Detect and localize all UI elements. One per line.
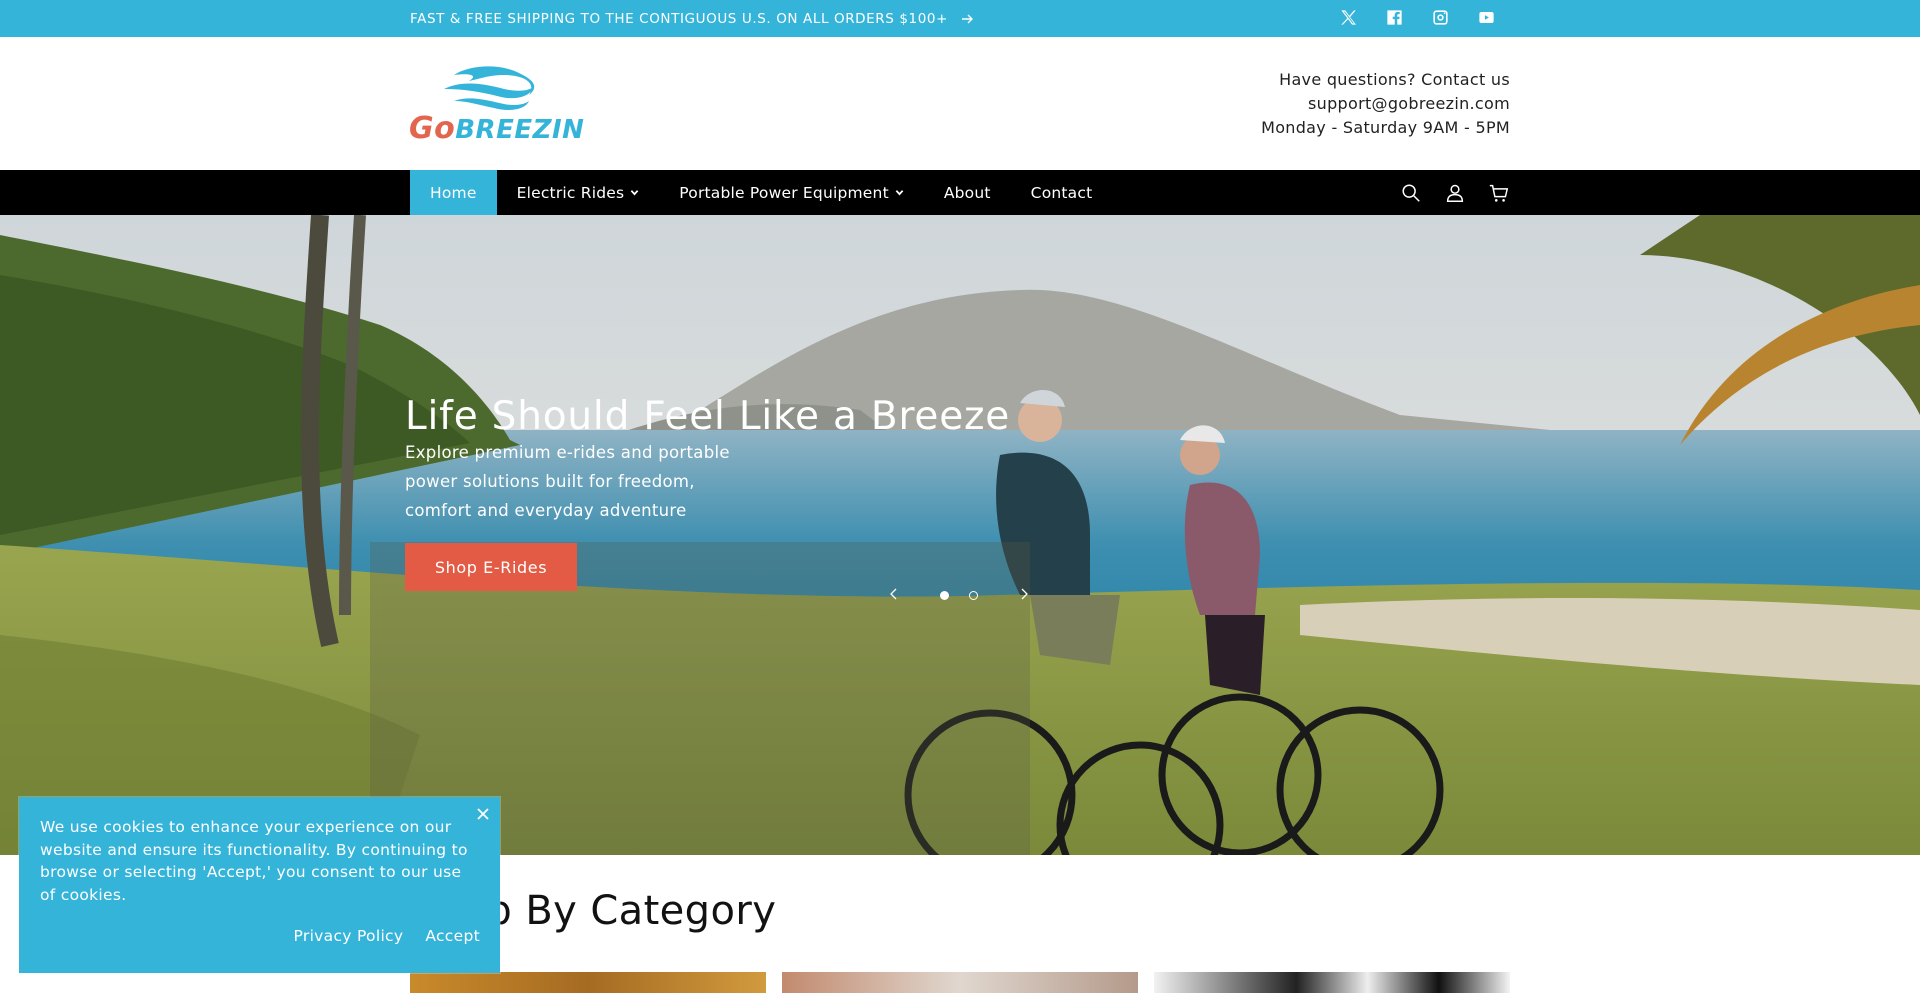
contact-hours: Monday - Saturday 9AM - 5PM xyxy=(1261,118,1510,137)
nav-portable-power[interactable]: Portable Power Equipment xyxy=(659,170,924,215)
x-icon[interactable] xyxy=(1339,8,1358,27)
announcement-text: FAST & FREE SHIPPING TO THE CONTIGUOUS U… xyxy=(410,11,949,27)
chevron-left-icon[interactable] xyxy=(886,586,902,602)
nav-home[interactable]: Home xyxy=(410,170,497,215)
announcement-bar: FAST & FREE SHIPPING TO THE CONTIGUOUS U… xyxy=(0,0,1920,37)
facebook-icon[interactable] xyxy=(1385,8,1404,27)
site-header: GoBreezin Have questions? Contact us sup… xyxy=(0,37,1920,170)
category-card-image[interactable] xyxy=(782,972,1138,993)
chevron-down-icon xyxy=(895,190,904,196)
wave-logo-icon xyxy=(444,66,535,110)
nav-about[interactable]: About xyxy=(924,170,1011,215)
category-card-image[interactable] xyxy=(1154,972,1510,993)
contact-info: Have questions? Contact us support@gobre… xyxy=(1261,68,1510,140)
search-icon[interactable] xyxy=(1400,182,1422,204)
accept-button[interactable]: Accept xyxy=(425,927,480,945)
category-card-image[interactable] xyxy=(410,972,766,993)
cookie-message: We use cookies to enhance your experienc… xyxy=(40,818,468,904)
logo-breezin: Breezin xyxy=(455,115,585,145)
logo[interactable]: GoBreezin xyxy=(409,65,594,147)
main-nav: Home Electric Rides Portable Power Equip… xyxy=(0,170,1920,215)
chevron-down-icon xyxy=(630,190,639,196)
privacy-policy-link[interactable]: Privacy Policy xyxy=(294,927,404,945)
account-icon[interactable] xyxy=(1444,182,1466,204)
nav-contact[interactable]: Contact xyxy=(1011,170,1113,215)
logo-go: Go xyxy=(409,111,456,146)
announcement-link[interactable]: FAST & FREE SHIPPING TO THE CONTIGUOUS U… xyxy=(410,11,974,27)
contact-email[interactable]: support@gobreezin.com xyxy=(1261,92,1510,116)
contact-prompt: Have questions? Contact us xyxy=(1279,70,1510,89)
nav-electric-rides-label: Electric Rides xyxy=(516,183,625,202)
hero-title: Life Should Feel Like a Breeze xyxy=(405,394,1011,440)
shop-e-rides-button[interactable]: Shop E-Rides xyxy=(405,543,577,591)
nav-contact-label: Contact xyxy=(1030,183,1093,202)
youtube-icon[interactable] xyxy=(1477,8,1496,27)
slider-controls xyxy=(880,584,1040,606)
slide-dot-active[interactable] xyxy=(940,591,949,600)
slide-dot[interactable] xyxy=(969,591,978,600)
hero-subtitle: Explore premium e-rides and portable pow… xyxy=(405,443,730,520)
cookie-banner: We use cookies to enhance your experienc… xyxy=(19,797,500,973)
nav-electric-rides[interactable]: Electric Rides xyxy=(497,170,660,215)
nav-home-label: Home xyxy=(430,183,477,202)
cart-icon[interactable] xyxy=(1488,182,1510,204)
instagram-icon[interactable] xyxy=(1431,8,1450,27)
logo-wordmark: GoBreezin xyxy=(409,111,584,146)
chevron-right-icon[interactable] xyxy=(1016,586,1032,602)
hero-banner xyxy=(0,215,1920,855)
nav-about-label: About xyxy=(943,183,991,202)
arrow-right-icon xyxy=(962,14,974,24)
nav-portable-power-label: Portable Power Equipment xyxy=(679,183,889,202)
